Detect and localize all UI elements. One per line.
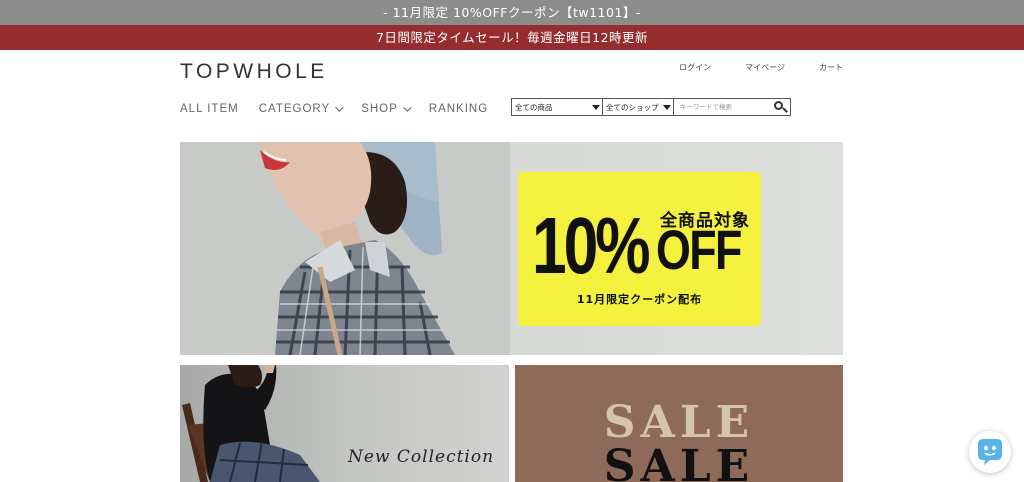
coupon-promo-box: 10% 全商品対象 OFF 11月限定クーポン配布 (518, 172, 761, 326)
new-collection-banner[interactable]: New Collection (180, 365, 509, 482)
dropdown-arrow-icon (592, 104, 600, 110)
new-collection-label: New Collection (348, 447, 495, 467)
dropdown-arrow-icon (663, 104, 671, 110)
coupon-announcement-bar: - 11月限定 10%OFFクーポン【tw1101】- (0, 0, 1024, 25)
search-button[interactable] (770, 99, 790, 115)
mypage-link[interactable]: マイページ (745, 62, 785, 73)
category-select-value: 全ての商品 (515, 102, 553, 112)
nav-ranking-label: RANKING (428, 103, 489, 115)
nav-ranking[interactable]: RANKING (429, 103, 488, 115)
shop-select[interactable]: 全てのショップ (603, 99, 674, 115)
sale-text-primary: SALE (603, 397, 755, 448)
nav-all-item[interactable]: ALL ITEM (180, 103, 239, 115)
nav-shop-label: SHOP (361, 103, 398, 115)
search-bar: 全ての商品 全てのショップ キーワードで検索 (511, 98, 791, 116)
model-photo (180, 142, 510, 355)
nav-all-item-label: ALL ITEM (180, 103, 239, 115)
site-logo[interactable]: TOPWHOLE (180, 60, 328, 84)
sale-banner[interactable]: SALE SALE (515, 365, 843, 482)
nav-category[interactable]: CATEGORY (258, 103, 344, 115)
cart-link[interactable]: カート (819, 62, 843, 73)
chevron-down-icon (402, 103, 412, 112)
promo-subtitle: 11月限定クーポン配布 (576, 293, 703, 306)
shop-select-value: 全てのショップ (606, 102, 659, 112)
main-nav: ALL ITEM CATEGORY SHOP RANKING (180, 103, 488, 115)
user-nav: ログイン マイページ カート (679, 62, 843, 73)
sale-text-secondary: SALE (603, 441, 755, 482)
chat-button[interactable] (969, 431, 1011, 473)
chevron-down-icon (335, 103, 344, 112)
login-link[interactable]: ログイン (679, 62, 711, 73)
promo-discount-value: 10% (532, 201, 651, 290)
chat-bot-icon (978, 439, 1002, 465)
category-select[interactable]: 全ての商品 (512, 99, 603, 115)
timesale-announcement-text: 7日間限定タイムセール！毎週金曜日12時更新 (375, 30, 649, 45)
promo-off-label: OFF (656, 218, 742, 281)
nav-shop[interactable]: SHOP (361, 103, 412, 115)
search-input[interactable]: キーワードで検索 (674, 99, 770, 115)
coupon-announcement-text: - 11月限定 10%OFFクーポン【tw1101】- (383, 5, 641, 20)
hero-banner[interactable]: 10% 全商品対象 OFF 11月限定クーポン配布 (180, 142, 843, 355)
timesale-announcement-bar[interactable]: 7日間限定タイムセール！毎週金曜日12時更新 (0, 25, 1024, 50)
nav-category-label: CATEGORY (258, 103, 331, 115)
